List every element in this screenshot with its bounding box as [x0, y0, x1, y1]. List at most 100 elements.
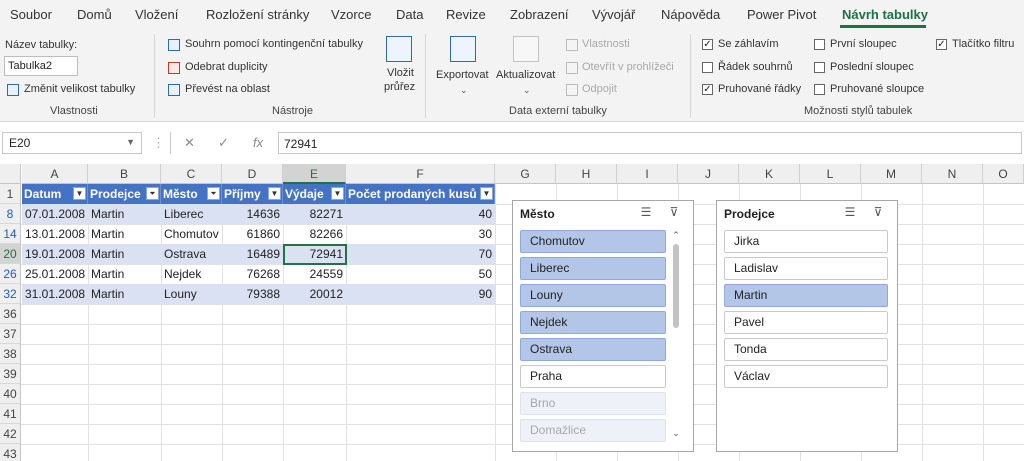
- row-header[interactable]: 14: [0, 224, 21, 244]
- unlink-button[interactable]: Odpojit: [582, 83, 617, 95]
- slicer-mesto[interactable]: Město ☰ ⊽ Chomutov Liberec Louny Nejdek …: [512, 200, 694, 452]
- column-header-n[interactable]: N: [922, 164, 983, 184]
- table-cell[interactable]: 20012: [283, 284, 346, 304]
- column-header-b[interactable]: B: [88, 164, 161, 184]
- table-cell[interactable]: 30: [346, 224, 495, 244]
- slicer-item[interactable]: Václav: [724, 365, 888, 388]
- table-cell[interactable]: Ostrava: [161, 244, 222, 264]
- column-header-i[interactable]: I: [617, 164, 678, 184]
- filter-button-checkbox[interactable]: ✓: [936, 39, 947, 50]
- tab-revize[interactable]: Revize: [446, 7, 486, 22]
- cancel-icon[interactable]: ✕: [184, 135, 195, 151]
- row-header[interactable]: 42: [0, 424, 21, 444]
- table-cell[interactable]: 19.01.2008: [22, 244, 88, 264]
- column-header-a[interactable]: A: [22, 164, 88, 184]
- column-header-g[interactable]: G: [495, 164, 556, 184]
- table-cell[interactable]: 07.01.2008: [22, 204, 88, 224]
- column-header-l[interactable]: L: [800, 164, 861, 184]
- table-cell[interactable]: Louny: [161, 284, 222, 304]
- scrollbar-thumb[interactable]: [673, 244, 679, 328]
- row-header[interactable]: 8: [0, 204, 21, 224]
- table-cell[interactable]: 61860: [222, 224, 283, 244]
- row-header[interactable]: 32: [0, 284, 21, 304]
- slicer-item[interactable]: Pavel: [724, 311, 888, 334]
- column-header-e[interactable]: E: [283, 164, 346, 184]
- table-cell[interactable]: Martin: [88, 264, 161, 284]
- last-column-checkbox[interactable]: [814, 62, 825, 73]
- summarize-pivot-button[interactable]: Souhrn pomocí kontingenční tabulky: [185, 38, 363, 50]
- table-cell[interactable]: Martin: [88, 204, 161, 224]
- tab-data[interactable]: Data: [396, 7, 423, 22]
- filter-dropdown-icon[interactable]: ▼: [480, 187, 493, 200]
- column-header-j[interactable]: J: [678, 164, 739, 184]
- table-cell[interactable]: 16489: [222, 244, 283, 264]
- first-column-checkbox[interactable]: [814, 39, 825, 50]
- slicer-item[interactable]: Ostrava: [520, 338, 666, 361]
- filter-active-icon[interactable]: ⏷: [207, 187, 220, 200]
- tab-zobrazeni[interactable]: Zobrazení: [510, 7, 569, 22]
- multi-select-icon[interactable]: ☰: [841, 205, 859, 221]
- tab-vzorce[interactable]: Vzorce: [331, 7, 371, 22]
- column-header-f[interactable]: F: [346, 164, 495, 184]
- refresh-button[interactable]: Aktualizovat: [496, 69, 555, 81]
- remove-duplicates-button[interactable]: Odebrat duplicity: [185, 61, 268, 73]
- name-box[interactable]: E20 ▼: [2, 132, 142, 154]
- table-cell[interactable]: Nejdek: [161, 264, 222, 284]
- table-cell[interactable]: Martin: [88, 244, 161, 264]
- slicer-item[interactable]: Tonda: [724, 338, 888, 361]
- slicer-item[interactable]: Jirka: [724, 230, 888, 253]
- tab-vlozeni[interactable]: Vložení: [135, 7, 178, 22]
- chevron-down-icon[interactable]: ⌄: [671, 428, 681, 439]
- table-cell[interactable]: Liberec: [161, 204, 222, 224]
- slicer-item[interactable]: Martin: [724, 284, 888, 307]
- slicer-item[interactable]: Brno: [520, 392, 666, 415]
- column-header-o[interactable]: O: [983, 164, 1024, 184]
- table-cell[interactable]: 70: [346, 244, 495, 264]
- filter-dropdown-icon[interactable]: ▼: [268, 187, 281, 200]
- row-header[interactable]: 36: [0, 304, 21, 324]
- slicer-item[interactable]: Chomutov: [520, 230, 666, 253]
- row-header[interactable]: 41: [0, 404, 21, 424]
- header-row-checkbox[interactable]: ✓: [702, 39, 713, 50]
- table-cell[interactable]: Martin: [88, 284, 161, 304]
- tab-vyvojar[interactable]: Vývojář: [592, 7, 635, 22]
- row-header[interactable]: 26: [0, 264, 21, 284]
- properties-button[interactable]: Vlastnosti: [582, 38, 630, 50]
- column-header-h[interactable]: H: [556, 164, 617, 184]
- table-name-input[interactable]: Tabulka2: [4, 56, 78, 76]
- tab-napoveda[interactable]: Nápověda: [661, 7, 720, 22]
- table-cell[interactable]: 90: [346, 284, 495, 304]
- banded-rows-checkbox[interactable]: ✓: [702, 84, 713, 95]
- slicer-item[interactable]: Liberec: [520, 257, 666, 280]
- row-header[interactable]: 20: [0, 244, 21, 264]
- table-cell[interactable]: 82266: [283, 224, 346, 244]
- row-header[interactable]: 43: [0, 444, 21, 461]
- table-cell[interactable]: 82271: [283, 204, 346, 224]
- tab-rozlozeni-stranky[interactable]: Rozložení stránky: [206, 7, 309, 22]
- slicer-item[interactable]: Nejdek: [520, 311, 666, 334]
- resize-table-button[interactable]: Změnit velikost tabulky: [24, 83, 135, 95]
- row-header[interactable]: 38: [0, 344, 21, 364]
- table-cell[interactable]: 13.01.2008: [22, 224, 88, 244]
- table-cell[interactable]: Martin: [88, 224, 161, 244]
- clear-filter-icon[interactable]: ⊽: [869, 205, 887, 221]
- tab-power-pivot[interactable]: Power Pivot: [747, 7, 816, 22]
- column-header-k[interactable]: K: [739, 164, 800, 184]
- open-in-browser-button[interactable]: Otevřít v prohlížeči: [582, 61, 674, 73]
- insert-function-icon[interactable]: fx: [253, 135, 263, 150]
- slicer-item[interactable]: Domažlice: [520, 419, 666, 442]
- filter-dropdown-icon[interactable]: ▼: [73, 187, 86, 200]
- chevron-up-icon[interactable]: ⌃: [671, 230, 681, 241]
- table-cell[interactable]: 31.01.2008: [22, 284, 88, 304]
- column-header-m[interactable]: M: [861, 164, 922, 184]
- table-cell[interactable]: 79388: [222, 284, 283, 304]
- table-cell[interactable]: Chomutov: [161, 224, 222, 244]
- insert-slicer-button[interactable]: Vložit: [387, 67, 414, 79]
- convert-to-range-button[interactable]: Převést na oblast: [185, 83, 270, 95]
- multi-select-icon[interactable]: ☰: [637, 205, 655, 221]
- chevron-down-icon[interactable]: ▼: [126, 137, 135, 147]
- table-cell[interactable]: 24559: [283, 264, 346, 284]
- insert-slicer-button-line2[interactable]: průřez: [384, 81, 415, 93]
- slicer-item[interactable]: Louny: [520, 284, 666, 307]
- row-header[interactable]: 37: [0, 324, 21, 344]
